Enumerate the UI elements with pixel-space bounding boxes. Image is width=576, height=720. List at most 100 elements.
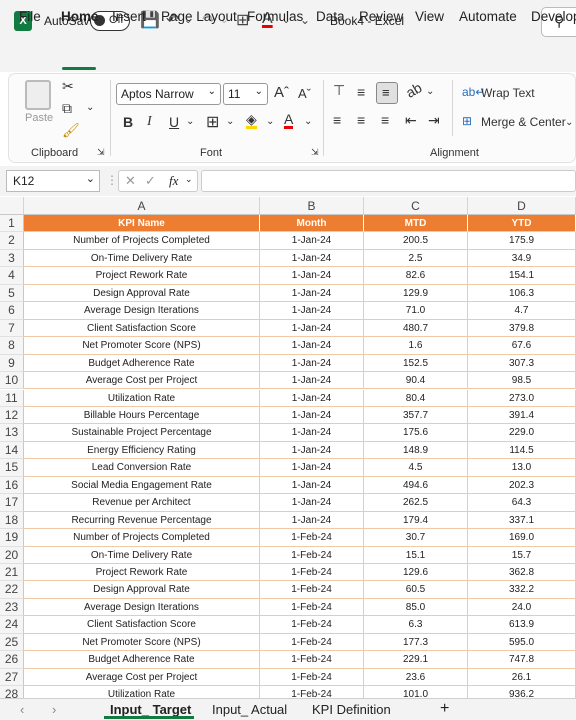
table-cell[interactable]: Billable Hours Percentage [24,406,260,425]
column-header-a[interactable]: A [24,197,260,215]
table-cell[interactable]: 1-Jan-24 [260,511,364,530]
copy-icon[interactable]: ⧉ [62,100,72,117]
table-cell[interactable]: Net Promoter Score (NPS) [24,337,260,355]
borders-icon[interactable]: ⊞ [206,112,219,132]
merge-center-icon[interactable]: ⊞ [462,114,472,128]
row-header-14[interactable]: 14 [0,441,24,460]
header-cell[interactable]: MTD [364,215,468,233]
row-header-13[interactable]: 13 [0,424,24,442]
wrap-text-label[interactable]: Wrap Text [481,86,535,100]
table-cell[interactable]: 1-Jan-24 [260,302,364,320]
menu-file[interactable]: File [19,9,41,24]
table-cell[interactable]: 1-Jan-24 [260,424,364,442]
row-header-21[interactable]: 21 [0,564,24,582]
table-cell[interactable]: 106.3 [468,284,576,303]
font-family-select[interactable]: Aptos Narrow ⌄ [116,83,221,105]
clipboard-launcher-icon[interactable]: ⇲ [97,147,105,158]
enter-icon[interactable]: ✓ [145,173,156,189]
table-cell[interactable]: 273.0 [468,389,576,407]
menu-data[interactable]: Data [316,9,345,24]
table-cell[interactable]: 391.4 [468,406,576,425]
table-cell[interactable]: 80.4 [364,389,468,407]
table-cell[interactable]: 480.7 [364,319,468,338]
table-cell[interactable]: 262.5 [364,494,468,512]
table-cell[interactable]: 60.5 [364,581,468,599]
decrease-indent-icon[interactable]: ⇤ [405,112,417,129]
underline-dropdown-icon[interactable]: ⌄ [186,116,194,127]
bold-icon[interactable]: B [123,114,133,130]
table-cell[interactable]: 154.1 [468,267,576,285]
table-cell[interactable]: 26.1 [468,668,576,687]
menu-home[interactable]: Home [61,9,99,24]
table-cell[interactable]: 202.3 [468,476,576,495]
row-header-8[interactable]: 8 [0,337,24,355]
menu-view[interactable]: View [415,9,444,24]
table-cell[interactable]: Project Rework Rate [24,564,260,582]
font-color-icon[interactable]: A [284,112,294,129]
decrease-font-size-icon[interactable]: Aˇ [298,86,311,101]
table-cell[interactable]: 494.6 [364,476,468,495]
copy-dropdown-icon[interactable]: ⌄ [86,102,94,113]
sheet-tab-input-target[interactable]: Input_ Target [110,702,191,717]
menu-review[interactable]: Review [359,9,403,24]
table-cell[interactable]: 169.0 [468,529,576,547]
align-middle-icon[interactable]: ≡ [357,84,365,100]
menu-developer[interactable]: Develop [531,9,576,24]
align-right-icon[interactable]: ≡ [381,112,389,128]
align-left-icon[interactable]: ≡ [333,112,341,128]
table-cell[interactable]: 15.1 [364,546,468,564]
row-header-18[interactable]: 18 [0,511,24,530]
table-cell[interactable]: 1-Feb-24 [260,546,364,564]
table-cell[interactable]: On-Time Delivery Rate [24,249,260,268]
merge-center-label[interactable]: Merge & Center [481,115,566,129]
formula-input[interactable] [201,170,576,192]
font-size-select[interactable]: 11 ⌄ [223,83,268,105]
table-cell[interactable]: 30.7 [364,529,468,547]
row-header-4[interactable]: 4 [0,267,24,285]
table-cell[interactable]: 85.0 [364,598,468,617]
row-header-16[interactable]: 16 [0,476,24,495]
table-cell[interactable]: 1-Feb-24 [260,598,364,617]
column-header-d[interactable]: D [468,197,576,215]
table-cell[interactable]: 1-Jan-24 [260,232,364,250]
row-header-12[interactable]: 12 [0,406,24,425]
table-cell[interactable]: 1-Jan-24 [260,406,364,425]
row-header-26[interactable]: 26 [0,651,24,669]
table-cell[interactable]: 90.4 [364,372,468,390]
menu-automate[interactable]: Automate [459,9,517,24]
row-header-27[interactable]: 27 [0,668,24,687]
row-header-5[interactable]: 5 [0,284,24,303]
sheet-tab-kpi-definition[interactable]: KPI Definition [312,702,391,717]
table-cell[interactable]: 4.5 [364,459,468,477]
cancel-icon[interactable]: ✕ [125,173,136,189]
next-sheet-icon[interactable]: › [52,702,56,717]
table-cell[interactable]: 4.7 [468,302,576,320]
table-cell[interactable]: 148.9 [364,441,468,460]
column-header-b[interactable]: B [260,197,364,215]
add-sheet-button[interactable]: + [440,700,449,718]
orientation-dropdown-icon[interactable]: ⌄ [426,86,434,97]
table-cell[interactable]: 2.5 [364,249,468,268]
table-cell[interactable]: 332.2 [468,581,576,599]
table-cell[interactable]: Project Rework Rate [24,267,260,285]
table-cell[interactable]: 1-Jan-24 [260,267,364,285]
header-cell[interactable]: KPI Name [24,215,260,233]
row-header-20[interactable]: 20 [0,546,24,564]
table-cell[interactable]: 1-Feb-24 [260,581,364,599]
table-cell[interactable]: 337.1 [468,511,576,530]
table-cell[interactable]: Energy Efficiency Rating [24,441,260,460]
table-cell[interactable]: 1-Jan-24 [260,476,364,495]
row-header-6[interactable]: 6 [0,302,24,320]
table-cell[interactable]: Social Media Engagement Rate [24,476,260,495]
table-cell[interactable]: 1-Jan-24 [260,494,364,512]
table-cell[interactable]: 357.7 [364,406,468,425]
table-cell[interactable]: 179.4 [364,511,468,530]
table-cell[interactable]: 34.9 [468,249,576,268]
row-header-17[interactable]: 17 [0,494,24,512]
more-options-icon[interactable]: ⋮ [106,173,118,187]
table-cell[interactable]: 1.6 [364,337,468,355]
table-cell[interactable]: Budget Adherence Rate [24,354,260,373]
menu-page-layout[interactable]: Page Layout [161,9,237,24]
table-cell[interactable]: 1-Jan-24 [260,337,364,355]
table-cell[interactable]: 1-Feb-24 [260,564,364,582]
